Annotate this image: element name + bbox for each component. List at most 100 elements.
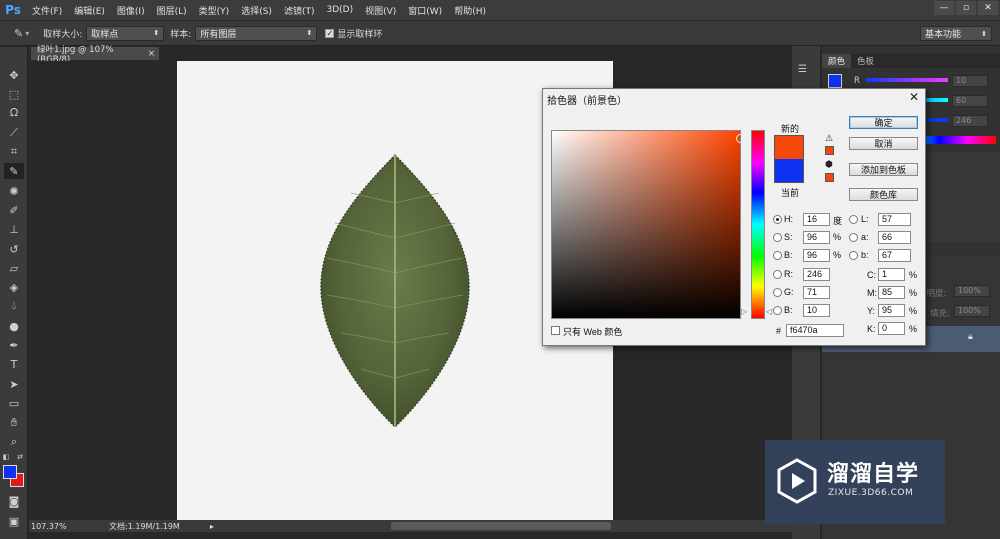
show-sampling-ring-checkbox[interactable]: ✓ [325,28,335,38]
path-selection-tool-icon[interactable]: ➤ [4,376,24,392]
menu-3d[interactable]: 3D(D) [320,5,359,15]
tab-color[interactable]: 颜色 [822,54,852,68]
green-field[interactable]: 71 [803,286,830,299]
saturation-brightness-field[interactable] [551,130,745,319]
default-colors-icon[interactable]: ◧ [0,452,12,462]
black-field[interactable]: 0 [878,322,905,335]
red-radio[interactable] [773,270,782,279]
dodge-tool-icon[interactable]: ● [4,318,24,334]
menu-help[interactable]: 帮助(H) [448,4,492,17]
lab-b-field[interactable]: 67 [878,249,911,262]
horizontal-scrollbar[interactable] [391,522,611,530]
magenta-field[interactable]: 85 [878,286,905,299]
hue-slider[interactable] [751,130,765,319]
tab-swatches[interactable]: 色板 [851,54,880,68]
type-tool-icon[interactable]: T [4,356,24,372]
screen-mode-icon[interactable]: ▣ [4,513,24,529]
paint-bucket-tool-icon[interactable]: ◈ [4,279,24,295]
eyedropper-tool-icon[interactable]: ✎ [4,163,24,179]
brush-tool-icon[interactable]: ✐ [4,202,24,218]
blue-radio[interactable] [773,306,782,315]
watermark-title: 溜溜自学 [827,462,920,487]
cyan-field[interactable]: 1 [878,268,905,281]
not-web-safe-icon[interactable]: ⬢ [825,159,833,170]
hue-slider-arrow-right-icon[interactable]: ◁ [766,307,772,316]
marquee-tool-icon[interactable]: ⬚ [4,86,24,102]
panel-foreground-swatch[interactable] [828,74,842,88]
lab-a-field[interactable]: 66 [878,231,911,244]
lab-b-radio[interactable] [849,251,858,260]
blue-value[interactable]: 246 [952,115,988,127]
lab-l-field[interactable]: 57 [878,213,911,226]
green-radio[interactable] [773,288,782,297]
saturation-field[interactable]: 96 [803,231,830,244]
sample-layers-select[interactable]: 所有图层 ⬍ [195,25,318,41]
eraser-tool-icon[interactable]: ▱ [4,260,24,276]
document-tab[interactable]: 绿叶1.jpg @ 107%(RGB/8) × [30,45,160,65]
hand-tool-icon[interactable]: ✋︎ [4,415,24,431]
color-field-marker[interactable] [736,134,745,143]
sample-size-select[interactable]: 取样点 ⬍ [86,25,165,41]
foreground-color-swatch[interactable] [3,465,17,479]
brightness-unit: % [833,250,842,260]
swap-colors-icon[interactable]: ⇄ [14,452,26,462]
status-menu-arrow-icon[interactable]: ▸ [210,522,214,531]
eyedropper-preset-icon[interactable]: ✎ [14,27,23,40]
lab-a-radio[interactable] [849,233,858,242]
workspace-select[interactable]: 基本功能 ⬍ [920,26,992,41]
menu-type[interactable]: 类型(Y) [193,4,236,17]
web-colors-only-checkbox[interactable] [551,326,560,335]
saturation-radio[interactable] [773,233,782,242]
zoom-readout[interactable]: 107.37% [29,522,69,531]
yellow-field[interactable]: 95 [878,304,905,317]
crop-tool-icon[interactable]: ⌗ [4,144,24,160]
current-color-swatch[interactable] [774,159,804,183]
blue-field[interactable]: 10 [803,304,830,317]
menu-edit[interactable]: 编辑(E) [68,4,111,17]
menu-view[interactable]: 视图(V) [359,4,402,17]
menu-window[interactable]: 窗口(W) [402,4,448,17]
gamut-correction-swatch[interactable] [825,146,834,155]
menu-layer[interactable]: 图层(L) [151,4,193,17]
lab-l-radio[interactable] [849,215,858,224]
restore-button[interactable]: ▫ [956,1,976,15]
cancel-button[interactable]: 取消 [849,137,918,150]
dialog-close-button[interactable]: ✕ [907,90,921,104]
add-to-swatches-button[interactable]: 添加到色板 [849,163,918,176]
close-window-button[interactable]: ✕ [978,1,998,15]
close-tab-icon[interactable]: × [148,49,155,59]
menu-file[interactable]: 文件(F) [26,4,68,17]
healing-brush-tool-icon[interactable]: ✺ [4,183,24,199]
lasso-tool-icon[interactable]: ᘯ [4,105,24,121]
hue-field[interactable]: 16 [803,213,830,226]
ok-button[interactable]: 确定 [849,116,918,129]
hex-field[interactable]: f6470a [786,324,844,337]
blur-tool-icon[interactable]: 💧︎ [4,298,24,314]
red-value[interactable]: 10 [952,75,988,87]
pen-tool-icon[interactable]: ✒ [4,337,24,353]
brightness-radio[interactable] [773,251,782,260]
red-field[interactable]: 246 [803,268,830,281]
brightness-field[interactable]: 96 [803,249,830,262]
opacity-field[interactable]: 100% [954,285,990,297]
menu-select[interactable]: 选择(S) [235,4,278,17]
minimize-button[interactable]: — [934,1,954,15]
history-brush-tool-icon[interactable]: ↺ [4,241,24,257]
hue-slider-arrow-left-icon[interactable]: ▷ [741,307,747,316]
zoom-tool-icon[interactable]: ⌕ [4,434,24,450]
move-tool-icon[interactable]: ✥ [4,67,24,83]
rectangle-tool-icon[interactable]: ▭ [4,395,24,411]
fill-field[interactable]: 100% [954,305,990,317]
menu-filter[interactable]: 滤镜(T) [278,4,321,17]
web-safe-correction-swatch[interactable] [825,173,834,182]
hue-radio[interactable] [773,215,782,224]
menu-image[interactable]: 图像(I) [111,4,151,17]
quick-select-tool-icon[interactable]: ⟋ [4,125,24,141]
red-slider[interactable] [866,78,948,82]
quick-mask-icon[interactable]: ◙ [4,493,24,509]
out-of-gamut-warning-icon[interactable]: ⚠ [825,133,833,144]
panel-history-icon[interactable]: ☰ [798,64,807,75]
green-value[interactable]: 60 [952,95,988,107]
color-libraries-button[interactable]: 颜色库 [849,188,918,201]
clone-stamp-tool-icon[interactable]: ⊥ [4,221,24,237]
